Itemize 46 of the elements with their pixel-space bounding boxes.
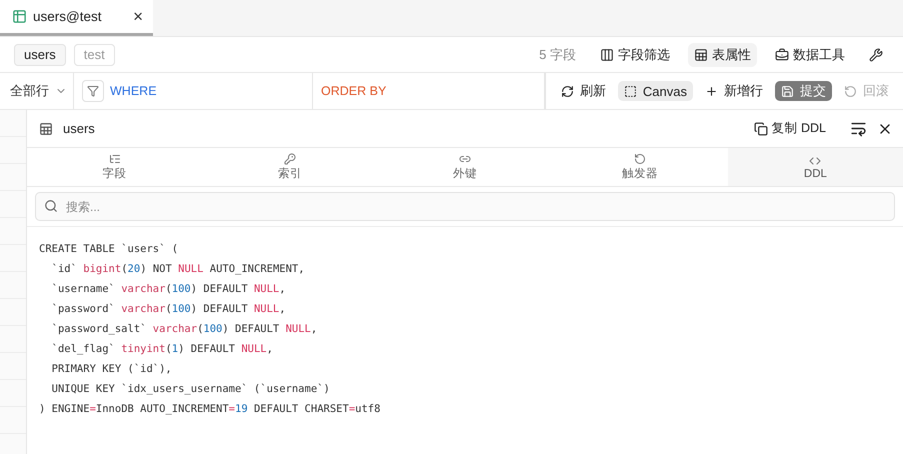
table-icon [39, 122, 53, 136]
code-line: `username` varchar(100) DEFAULT NULL, [50, 282, 287, 297]
toolbox-icon [775, 48, 789, 62]
search-field[interactable]: 搜索... [35, 192, 895, 221]
copy-ddl-button[interactable]: 复制 DDL [748, 119, 832, 138]
toolbar-button[interactable]: 提交 [775, 81, 832, 101]
table-icon [694, 48, 708, 62]
columns-icon [600, 48, 614, 62]
toolbar-button[interactable]: 数据工具 [769, 42, 851, 66]
close-icon[interactable]: × [133, 6, 143, 26]
table-icon [12, 9, 27, 24]
save-icon [781, 84, 794, 98]
panel-title: users [63, 121, 96, 136]
rotate-icon [634, 153, 646, 165]
order-by-field[interactable]: ORDER BY [321, 84, 471, 98]
code-line: UNIQUE KEY `idx_users_username` (`username`) [50, 382, 331, 397]
code-line: `password_salt` varchar(100) DEFAULT NULL, [50, 322, 318, 337]
code-line: CREATE TABLE `users` ( [39, 242, 180, 257]
code-line: `password` varchar(100) DEFAULT NULL, [50, 302, 287, 317]
tab-label: users@test [33, 9, 102, 24]
link-icon [459, 153, 471, 165]
code-line: `del_flag` tinyint(1) DEFAULT NULL, [50, 342, 274, 357]
filter-icon[interactable] [82, 80, 104, 102]
key-icon [284, 153, 296, 165]
code-line: PRIMARY KEY (`id`), [50, 362, 173, 377]
toolbar-button[interactable]: 表属性 [688, 42, 757, 66]
dashed-square-icon [624, 84, 637, 98]
code-icon [809, 154, 822, 166]
list-icon [108, 153, 121, 165]
wrap-button[interactable] [850, 120, 867, 137]
toolbar-button[interactable]: Canvas [618, 81, 693, 101]
refresh-icon [560, 84, 574, 98]
copy-icon [754, 122, 768, 136]
wrench-icon [869, 48, 883, 62]
field-count: 5 字段 [539, 46, 576, 64]
toolbar-button[interactable]: 刷新 [554, 81, 612, 101]
plus-icon [705, 84, 718, 98]
undo-icon [844, 84, 857, 98]
panel-tab[interactable]: DDL [728, 148, 903, 186]
editor-tab[interactable]: users@test × [0, 0, 153, 36]
toolbar-button[interactable]: 新增行 [699, 81, 769, 101]
where-field[interactable]: WHERE [110, 84, 260, 98]
code-line: ) ENGINE=InnoDB AUTO_INCREMENT=19 DEFAULT CHARSET=utf8 [39, 402, 382, 417]
table-chip[interactable]: users [14, 44, 66, 66]
toolbar-button[interactable]: 字段筛选 [594, 42, 676, 66]
code-line: `id` bigint(20) NOT NULL AUTO_INCREMENT, [50, 262, 306, 277]
